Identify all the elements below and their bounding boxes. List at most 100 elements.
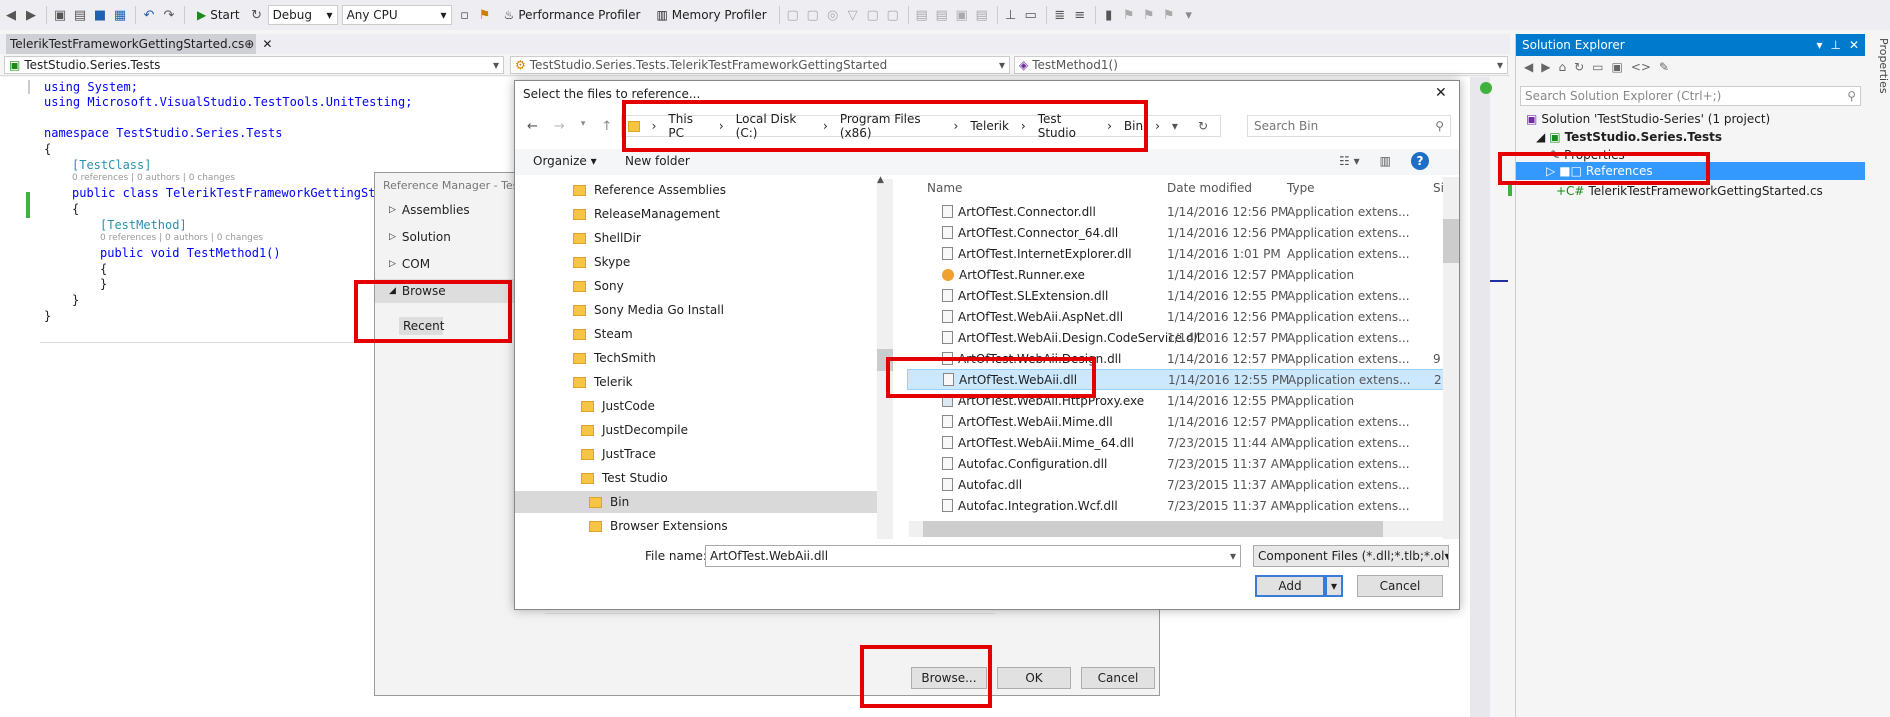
back-icon[interactable]: ◀ — [2, 4, 20, 26]
help-icon[interactable]: ? — [1410, 152, 1429, 170]
start-button[interactable]: ▶ Start — [197, 8, 240, 22]
folder-item[interactable]: JustTrace — [581, 443, 656, 465]
column-date[interactable]: Date modified — [1167, 177, 1252, 199]
configuration-select[interactable]: Debug ▾ — [267, 5, 338, 25]
document-tab[interactable]: TelerikTestFrameworkGettingStarted.cs ⊕ ✕ — [6, 34, 272, 54]
platform-select[interactable]: Any CPU ▾ — [341, 5, 452, 25]
folder-item[interactable]: JustDecompile — [581, 419, 688, 441]
file-row[interactable]: ArtOfTest.SLExtension.dll 1/14/2016 12:55… — [907, 285, 1447, 306]
wrench-icon[interactable]: ✎ — [1659, 60, 1669, 74]
code-icon[interactable]: <> — [1631, 60, 1651, 74]
toolbar-icon[interactable]: ▣ — [953, 4, 971, 26]
forward-icon[interactable]: → — [554, 119, 565, 134]
folder-item[interactable]: ShellDir — [573, 227, 641, 249]
file-row[interactable]: ArtOfTest.WebAii.Mime.dll 1/14/2016 12:57… — [907, 411, 1447, 432]
folder-item[interactable]: Browser Extensions — [589, 515, 728, 537]
nav-com[interactable]: ▷ COM — [389, 257, 430, 271]
class-nav-select[interactable]: ⚙ TestStudio.Series.Tests.TelerikTestFram… — [510, 56, 1010, 74]
file-row[interactable]: ArtOfTest.Connector.dll 1/14/2016 12:56 P… — [907, 201, 1447, 222]
toolbar-icon[interactable]: ▭ — [1022, 4, 1040, 26]
nav-assemblies[interactable]: ▷ Assemblies — [389, 203, 470, 217]
toolbar-icon[interactable]: ◎ — [824, 4, 842, 26]
project-nav-select[interactable]: ▣ TestStudio.Series.Tests ▾ — [4, 56, 504, 74]
solution-search-input[interactable]: Search Solution Explorer (Ctrl+;) ⚲ — [1520, 86, 1861, 106]
memory-profiler-button[interactable]: ▥ Memory Profiler — [656, 8, 766, 22]
folder-item[interactable]: Test Studio — [581, 467, 668, 489]
folder-item[interactable]: Bin — [515, 491, 877, 513]
bookmark-next-icon[interactable]: ⚑ — [1140, 4, 1158, 26]
preview-pane-icon[interactable]: ▥ — [1380, 154, 1391, 168]
redo-icon[interactable]: ↷ — [160, 4, 178, 26]
align-icon[interactable]: ⊥ — [1002, 4, 1020, 26]
close-icon[interactable]: ✕ — [1435, 85, 1447, 101]
properties-side-tab[interactable]: Properties — [1870, 34, 1890, 134]
file-row[interactable]: ArtOfTest.WebAii.Design.CodeService.dll 1… — [907, 327, 1447, 348]
filename-input[interactable]: ArtOfTest.WebAii.dll ▾ — [705, 545, 1241, 567]
folder-item[interactable]: Steam — [573, 323, 633, 345]
toolbar-icon[interactable]: ▤ — [933, 4, 951, 26]
save-icon[interactable]: ■ — [91, 4, 109, 26]
folder-item[interactable]: TechSmith — [573, 347, 656, 369]
folder-item[interactable]: ReleaseManagement — [573, 203, 720, 225]
scroll-up-icon[interactable]: ▲ — [877, 175, 884, 185]
folder-item[interactable]: Reference Assemblies — [573, 179, 726, 201]
ok-button[interactable]: OK — [997, 667, 1071, 689]
bookmark-clear-icon[interactable]: ⚑ — [1160, 4, 1178, 26]
up-icon[interactable]: ↑ — [601, 119, 612, 134]
scrollbar-thumb[interactable] — [923, 521, 1383, 537]
search-input[interactable]: Search Bin ⚲ — [1247, 115, 1451, 137]
file-row[interactable]: Autofac.Integration.Wcf.dll 7/23/2015 11:… — [907, 495, 1447, 516]
toolbar-icon[interactable]: ▢ — [784, 4, 802, 26]
nav-solution[interactable]: ▷ Solution — [389, 230, 451, 244]
scrollbar-thumb[interactable] — [1443, 219, 1459, 263]
refresh-icon[interactable]: ↻ — [248, 4, 266, 26]
column-type[interactable]: Type — [1287, 177, 1315, 199]
cancel-button[interactable]: Cancel — [1357, 575, 1443, 597]
toolbar-icon[interactable]: ▤ — [913, 4, 931, 26]
codelens[interactable]: 0 references | 0 authors | 0 changes — [72, 173, 235, 183]
folder-item[interactable]: Sony — [573, 275, 624, 297]
file-row[interactable]: Autofac.Configuration.dll 7/23/2015 11:37… — [907, 453, 1447, 474]
add-dropdown[interactable]: ▾ — [1325, 575, 1343, 597]
performance-profiler-button[interactable]: ♨ Performance Profiler — [504, 8, 641, 22]
new-folder-button[interactable]: New folder — [625, 154, 690, 168]
view-icon[interactable]: ☷ ▾ — [1339, 154, 1360, 168]
properties-icon[interactable]: ▣ — [1612, 60, 1623, 74]
refresh-icon[interactable]: ↻ — [1198, 119, 1208, 133]
folder-item[interactable]: Sony Media Go Install — [573, 299, 724, 321]
recent-locations-icon[interactable]: ▾ — [581, 119, 586, 134]
vertical-scrollbar[interactable] — [1470, 77, 1490, 717]
toolbar-icon[interactable]: ▢ — [884, 4, 902, 26]
chevron-down-icon[interactable]: ▾ — [1172, 119, 1178, 133]
file-row[interactable]: ArtOfTest.Runner.exe 1/14/2016 12:57 PM Ap… — [907, 264, 1447, 285]
close-icon[interactable]: ✕ — [1849, 38, 1859, 52]
member-nav-select[interactable]: ◈ TestMethod1() ▾ — [1014, 56, 1508, 74]
collapse-icon[interactable]: ▭ — [1592, 60, 1603, 74]
pin-icon[interactable]: ⊕ — [244, 37, 254, 51]
comment-icon[interactable]: ≡ — [1071, 4, 1089, 26]
indent-icon[interactable]: ≣ — [1051, 4, 1069, 26]
column-name[interactable]: Name — [927, 177, 962, 199]
horizontal-scrollbar[interactable] — [909, 521, 1443, 537]
bookmark-icon[interactable]: ▮ — [1100, 4, 1118, 26]
codelens[interactable]: 0 references | 0 authors | 0 changes — [100, 233, 263, 243]
sync-icon[interactable]: ↻ — [1574, 60, 1584, 74]
dropdown-icon[interactable]: ▾ — [1816, 38, 1822, 52]
filter-icon[interactable]: ▽ — [844, 4, 862, 26]
back-icon[interactable]: ◀ — [1524, 60, 1533, 74]
file-type-select[interactable]: Component Files (*.dll;*.tlb;*.ol▾ — [1253, 545, 1449, 567]
customize-icon[interactable]: ▾ — [1180, 4, 1198, 26]
forward-icon[interactable]: ▶ — [1541, 60, 1550, 74]
chevron-down-icon[interactable]: ▾ — [1230, 549, 1236, 563]
home-icon[interactable]: ⌂ — [1558, 60, 1566, 74]
file-scrollbar[interactable] — [1443, 177, 1459, 539]
folder-item[interactable]: Telerik — [573, 371, 633, 393]
attach-icon[interactable]: ▫ — [456, 4, 474, 26]
bookmark-prev-icon[interactable]: ⚑ — [1120, 4, 1138, 26]
toolbar-icon[interactable]: ▢ — [864, 4, 882, 26]
file-row[interactable]: ArtOfTest.InternetExplorer.dll 1/14/2016 … — [907, 243, 1447, 264]
toolbar-icon[interactable]: ▢ — [804, 4, 822, 26]
folder-item[interactable]: JustCode — [581, 395, 655, 417]
file-row[interactable]: ArtOfTest.WebAii.AspNet.dll 1/14/2016 12:… — [907, 306, 1447, 327]
save-all-icon[interactable]: ▦ — [111, 4, 129, 26]
